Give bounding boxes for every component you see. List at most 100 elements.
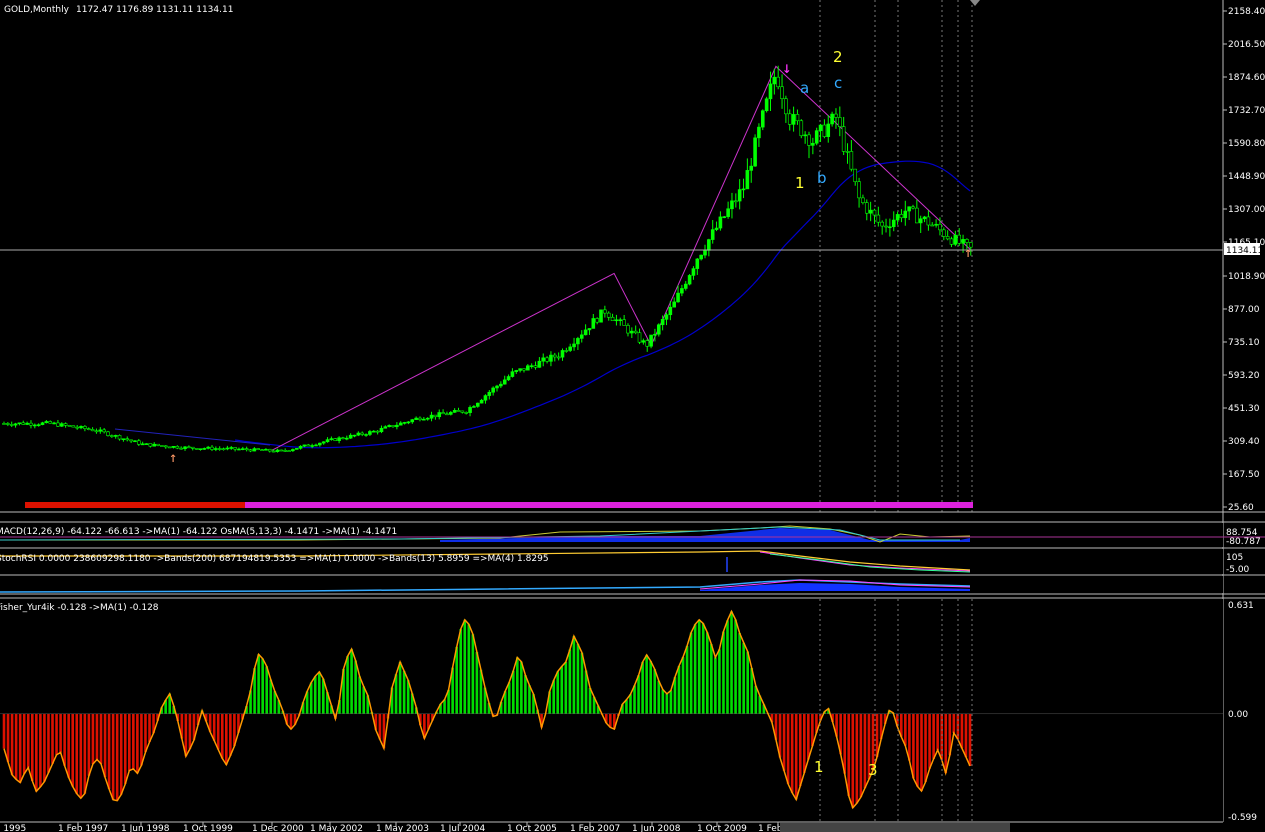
candle-body [807, 134, 811, 146]
price-tick-label: 2016.50 [1228, 40, 1265, 50]
candle-body [668, 306, 673, 316]
candle-body [903, 210, 908, 219]
candle-body [830, 113, 834, 125]
candle-body [67, 425, 72, 427]
candle-body [895, 214, 900, 221]
symbol-label: GOLD,Monthly [4, 5, 70, 15]
candle-body [179, 447, 183, 450]
price-tick-label: 1590.80 [1228, 139, 1265, 149]
candle-body [699, 254, 703, 260]
candle-body [526, 365, 530, 371]
candle-body [264, 448, 268, 451]
trading-chart-window: ↓ ↑ ↑ 2 a c 1 b GOLD,Monthly 1172.47 117… [0, 0, 1265, 832]
candle-body [59, 423, 64, 427]
price-tick-label: 1018.90 [1228, 272, 1265, 282]
candle-body [626, 325, 630, 334]
candle-body [9, 424, 14, 426]
macd-label: MACD(12,26,9) -64.122 -66.613 ->MA(1) -6… [0, 527, 397, 537]
candle-body [718, 216, 723, 229]
candle-body [949, 238, 954, 245]
candle-body [302, 444, 307, 447]
signal-strip-sell [25, 502, 245, 508]
candle-body [29, 422, 33, 426]
candle-body [225, 447, 230, 450]
candle-body [341, 437, 345, 440]
candle-body [395, 424, 399, 428]
wave-label-b: b [817, 169, 827, 187]
candle-body [499, 383, 503, 387]
price-tick-label: 451.30 [1228, 404, 1260, 414]
candle-body [714, 227, 719, 230]
macd-panel[interactable]: MACD(12,26,9) -64.122 -66.613 ->MA(1) -6… [0, 523, 1265, 547]
candle-body [194, 448, 199, 450]
candle-body [163, 445, 168, 448]
candle-body [48, 421, 53, 424]
candle-body [911, 206, 915, 209]
candle-body [445, 413, 449, 416]
candle-body [429, 414, 434, 419]
candle-body [468, 407, 472, 413]
candle-body [344, 437, 349, 440]
candle-body [891, 219, 896, 228]
candle-body [90, 429, 95, 432]
candle-body [221, 448, 226, 451]
signal-strip-buy [245, 502, 973, 508]
candle-body [371, 430, 376, 433]
candle-body [880, 221, 884, 227]
candle-body [899, 214, 904, 219]
candle-body [606, 312, 611, 318]
candle-body [953, 234, 958, 245]
candle-body [121, 438, 126, 441]
stochrsi-axis-top: 105 [1226, 553, 1243, 563]
price-tick-label: 877.00 [1228, 305, 1260, 315]
candle-body [707, 239, 711, 251]
candle-body [529, 365, 534, 367]
candle-body [356, 432, 361, 436]
candle-body [364, 434, 368, 436]
time-tick-label: 1 Oct 2005 [507, 824, 557, 832]
current-price-label: 1134.11 [1226, 246, 1263, 256]
candle-body [637, 332, 642, 343]
candle-body [129, 439, 133, 442]
candle-body [826, 123, 831, 137]
candle-body [510, 371, 515, 377]
candle-body [98, 429, 103, 432]
candle-body [514, 370, 519, 372]
candle-body [630, 330, 634, 334]
overlay-panel[interactable] [0, 576, 1223, 593]
candle-body [167, 446, 172, 449]
time-axis-overlap-region [780, 823, 1010, 832]
candle-body [664, 314, 669, 320]
candle-body [641, 340, 646, 343]
candle-body [140, 443, 145, 446]
candle-body [649, 334, 653, 347]
price-tick-label: 1732.70 [1228, 106, 1265, 116]
stochrsi-panel[interactable]: StochRSI 0.0000 238609298.1180 ->Bands(2… [0, 549, 1250, 575]
candle-body [907, 206, 911, 212]
candle-body [818, 124, 823, 131]
candle-body [834, 113, 838, 118]
candle-body [564, 350, 569, 352]
candle-body [83, 426, 87, 429]
time-tick-label: 1 Feb 2007 [570, 824, 620, 832]
candle-body [71, 425, 76, 428]
candle-body [768, 83, 773, 100]
candle-body [94, 430, 99, 433]
wave-label-1: 1 [795, 174, 805, 192]
candle-body [310, 445, 314, 447]
candle-body [864, 202, 869, 214]
candle-body [44, 421, 49, 424]
time-tick-label: 1 Jun 2008 [632, 824, 681, 832]
candle-body [414, 417, 418, 420]
price-panel-background [0, 0, 1223, 512]
candle-body [737, 189, 742, 202]
candle-body [853, 168, 858, 182]
candle-body [63, 423, 68, 426]
fisher-panel[interactable]: Fisher_Yur4ik -0.128 ->MA(1) -0.128 0.63… [0, 599, 1257, 823]
candle-body [730, 200, 734, 210]
candle-body [318, 442, 322, 446]
candle-body [233, 447, 237, 450]
candle-body [252, 448, 257, 452]
candle-body [922, 216, 927, 220]
candle-body [961, 239, 965, 244]
